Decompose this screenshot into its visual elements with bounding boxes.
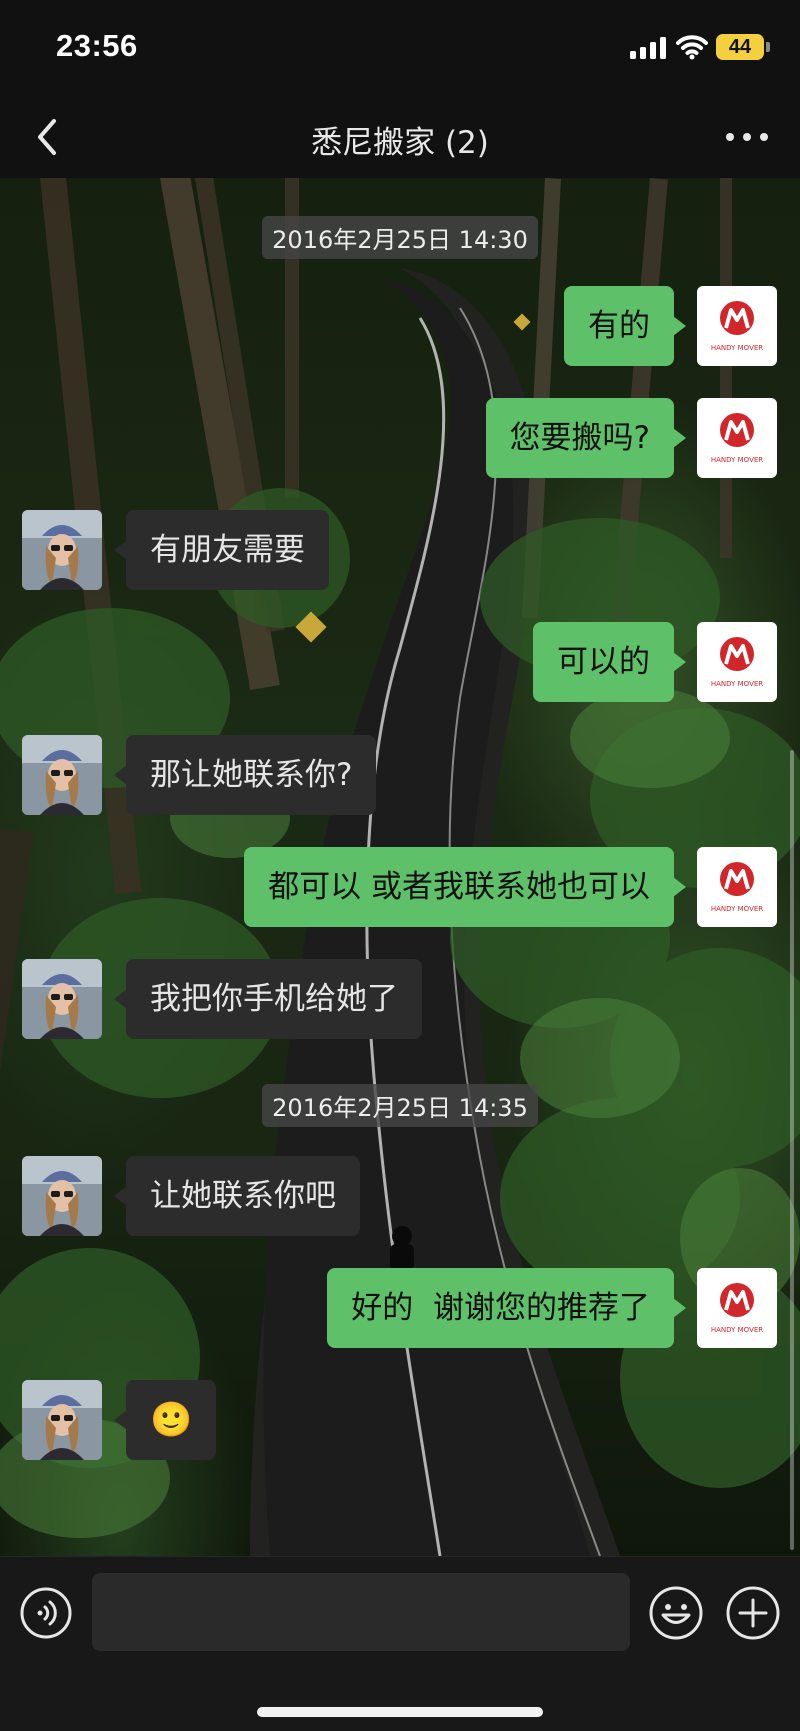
status-bar: 23:56 44: [0, 0, 800, 95]
message-incoming: 有朋友需要: [0, 510, 800, 590]
battery-indicator: 44: [716, 34, 764, 60]
chat-timestamp: 2016年2月25日 14:35: [0, 1084, 800, 1127]
cellular-signal-icon: [630, 37, 666, 59]
avatar-company-logo[interactable]: HANDY MOVER: [697, 286, 777, 366]
avatar-friend[interactable]: [22, 1380, 102, 1460]
avatar-company-logo[interactable]: HANDY MOVER: [697, 1268, 777, 1348]
message-incoming: 🙂: [0, 1380, 800, 1460]
message-outgoing: 可以的 HANDY MOVER: [0, 622, 800, 702]
message-bubble-emoji[interactable]: 🙂: [113, 1380, 217, 1460]
message-incoming: 那让她联系你?: [0, 735, 800, 815]
message-bubble[interactable]: 可以的: [533, 622, 686, 702]
message-incoming: 我把你手机给她了: [0, 959, 800, 1039]
plus-icon: [726, 1586, 780, 1640]
chat-title: 悉尼搬家 (2): [311, 125, 489, 161]
avatar-company-logo[interactable]: HANDY MOVER: [697, 847, 777, 927]
battery-cap: [766, 42, 770, 52]
wifi-icon: [676, 35, 708, 60]
message-bubble[interactable]: 让她联系你吧: [114, 1156, 360, 1236]
more-dots-icon: [726, 133, 768, 141]
message-incoming: 让她联系你吧: [0, 1156, 800, 1236]
message-text-input[interactable]: [92, 1573, 630, 1651]
svg-text:HANDY MOVER: HANDY MOVER: [711, 344, 763, 352]
avatar-friend[interactable]: [22, 1156, 102, 1236]
message-bubble[interactable]: 我把你手机给她了: [114, 959, 422, 1039]
avatar-company-logo[interactable]: HANDY MOVER: [697, 398, 777, 478]
message-bubble[interactable]: 好的 谢谢您的推荐了: [327, 1268, 686, 1348]
message-outgoing: 您要搬吗? HANDY MOVER: [0, 398, 800, 478]
chat-header: 悉尼搬家 (2): [0, 95, 800, 178]
message-outgoing: 有的 HANDY MOVER: [0, 286, 800, 366]
chat-timestamp: 2016年2月25日 14:30: [0, 216, 800, 259]
message-input-bar: [0, 1556, 800, 1731]
message-bubble[interactable]: 有朋友需要: [114, 510, 329, 590]
chat-scrollbar[interactable]: [790, 750, 794, 1550]
home-indicator[interactable]: [257, 1707, 543, 1717]
avatar-friend[interactable]: [22, 510, 102, 590]
voice-button[interactable]: [20, 1587, 72, 1639]
message-bubble[interactable]: 您要搬吗?: [485, 398, 687, 478]
message-bubble[interactable]: 有的: [564, 286, 686, 366]
more-options-button[interactable]: [724, 125, 770, 149]
svg-text:HANDY MOVER: HANDY MOVER: [711, 456, 763, 464]
message-bubble[interactable]: 都可以 或者我联系她也可以: [244, 847, 686, 927]
voice-icon: [20, 1587, 72, 1639]
svg-text:HANDY MOVER: HANDY MOVER: [711, 680, 763, 688]
svg-text:HANDY MOVER: HANDY MOVER: [711, 1326, 763, 1334]
more-functions-button[interactable]: [726, 1586, 780, 1640]
emoji-button[interactable]: [649, 1586, 703, 1640]
avatar-company-logo[interactable]: HANDY MOVER: [697, 622, 777, 702]
svg-text:HANDY MOVER: HANDY MOVER: [711, 905, 763, 913]
emoji-icon: [649, 1586, 703, 1640]
message-outgoing: 好的 谢谢您的推荐了 HANDY MOVER: [0, 1268, 800, 1348]
status-time: 23:56: [56, 28, 138, 63]
avatar-friend[interactable]: [22, 735, 102, 815]
avatar-friend[interactable]: [22, 959, 102, 1039]
message-bubble[interactable]: 那让她联系你?: [113, 735, 377, 815]
message-outgoing: 都可以 或者我联系她也可以 HANDY MOVER: [0, 847, 800, 927]
